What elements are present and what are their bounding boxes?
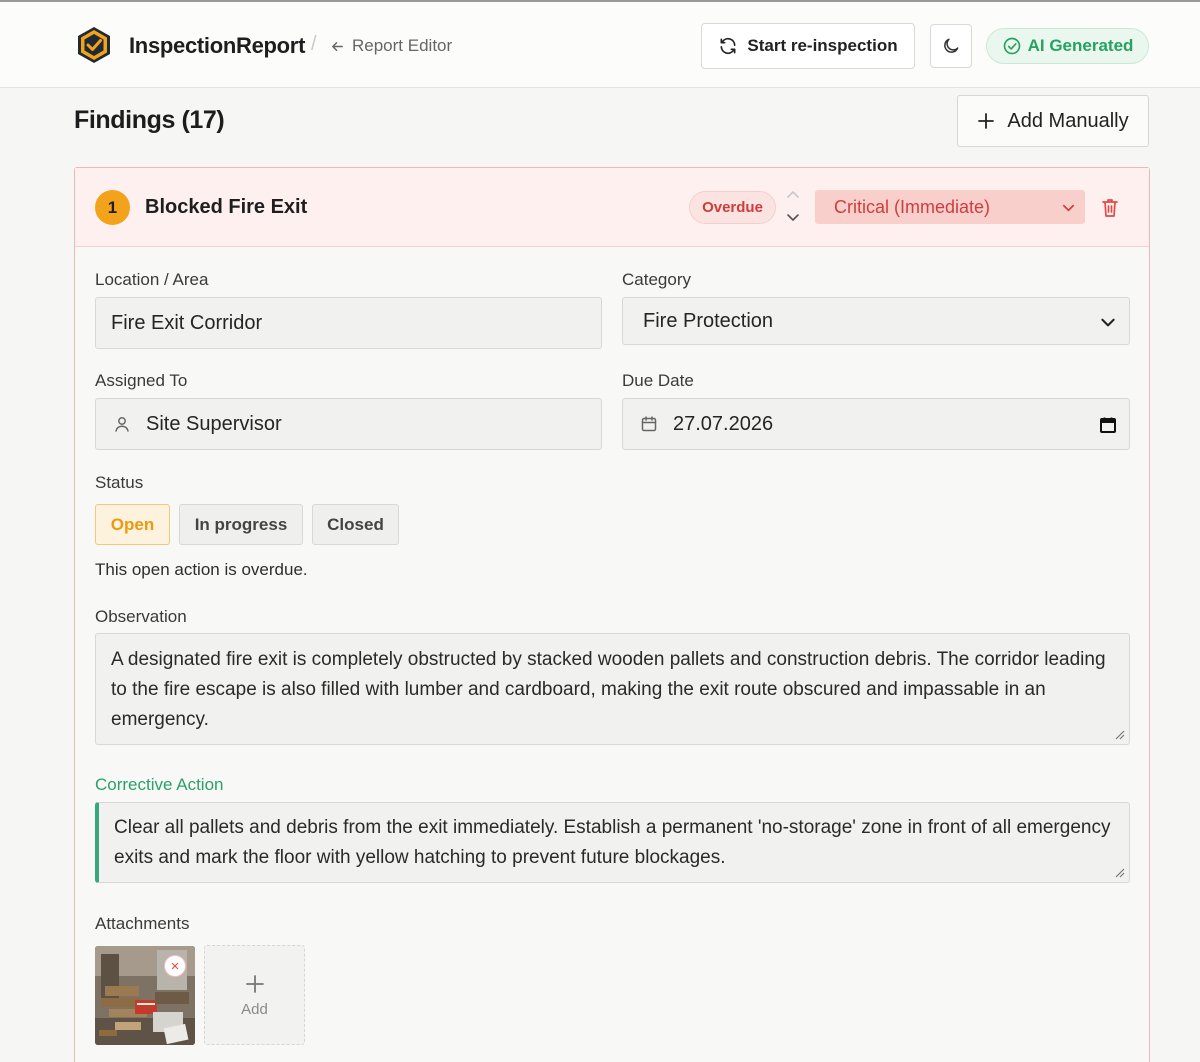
due-date-input[interactable]: 27.07.2026 [622, 398, 1130, 450]
location-input[interactable]: Fire Exit Corridor [95, 297, 602, 349]
back-link-label: Report Editor [352, 36, 453, 55]
remove-attachment-button[interactable]: × [164, 955, 186, 977]
finding-card-header: 1 Blocked Fire Exit Overdue Critical (Im… [75, 168, 1149, 247]
overdue-badge: Overdue [689, 191, 776, 224]
add-attachment-label: Add [241, 1000, 268, 1018]
corrective-action-text: Clear all pallets and debris from the ex… [114, 817, 1111, 868]
arrow-left-icon [332, 41, 343, 51]
observation-text: A designated fire exit is completely obs… [111, 649, 1106, 730]
add-manually-label: Add Manually [1007, 109, 1129, 132]
reinspection-label: Start re-inspection [747, 36, 898, 55]
ai-generated-badge: AI Generated [986, 28, 1149, 64]
reorder-arrows-icon[interactable] [784, 187, 802, 227]
trash-icon[interactable] [1100, 197, 1120, 219]
add-attachment-button[interactable]: Add [204, 945, 305, 1045]
resize-grip-icon[interactable] [1115, 730, 1125, 740]
due-date-label: Due Date [622, 371, 694, 390]
attachments-label: Attachments [95, 914, 190, 933]
category-select[interactable]: Fire Protection [622, 297, 1130, 345]
moon-icon [944, 38, 959, 53]
overdue-note: This open action is overdue. [95, 560, 308, 579]
due-date-value: 27.07.2026 [673, 412, 774, 435]
assigned-label: Assigned To [95, 371, 188, 390]
corrective-action-textarea[interactable]: Clear all pallets and debris from the ex… [95, 802, 1130, 883]
category-label: Category [622, 270, 691, 289]
user-icon [115, 417, 129, 432]
location-value: Fire Exit Corridor [111, 311, 263, 334]
plus-icon [978, 113, 995, 129]
ai-badge-label: AI Generated [1027, 36, 1134, 55]
check-circle-icon [1003, 37, 1020, 55]
finding-number: 1 [95, 190, 130, 225]
add-manually-button[interactable]: Add Manually [957, 95, 1149, 147]
breadcrumb-separator: / [311, 33, 317, 55]
assigned-value: Site Supervisor [146, 412, 282, 435]
category-value: Fire Protection [643, 309, 774, 332]
status-open-button[interactable]: Open [95, 504, 170, 545]
back-to-report-editor-link[interactable]: Report Editor [330, 35, 452, 57]
severity-select[interactable]: Critical (Immediate) [815, 190, 1085, 224]
resize-grip-icon[interactable] [1115, 868, 1125, 878]
brand-name[interactable]: InspectionReport [129, 33, 305, 59]
calendar-picker-icon[interactable] [1099, 416, 1117, 434]
finding-title[interactable]: Blocked Fire Exit [145, 196, 307, 219]
status-in-progress-button[interactable]: In progress [179, 504, 303, 545]
calendar-icon [641, 416, 657, 432]
corrective-action-label: Corrective Action [95, 775, 224, 794]
refresh-icon [720, 37, 736, 55]
plus-icon [245, 974, 264, 993]
observation-label: Observation [95, 607, 187, 626]
assigned-input[interactable]: Site Supervisor [95, 398, 602, 450]
status-label: Status [95, 473, 144, 492]
status-closed-button[interactable]: Closed [312, 504, 399, 545]
severity-value: Critical (Immediate) [834, 196, 991, 217]
findings-title: Findings (17) [74, 106, 225, 134]
location-label: Location / Area [95, 270, 209, 289]
chevron-down-icon [1101, 318, 1115, 327]
start-reinspection-button[interactable]: Start re-inspection [701, 23, 915, 69]
theme-toggle-button[interactable] [930, 24, 972, 68]
top-bar: InspectionReport / Report Editor Start r… [0, 0, 1200, 88]
observation-textarea[interactable]: A designated fire exit is completely obs… [95, 633, 1130, 745]
logo-icon[interactable] [75, 26, 113, 64]
finding-card: 1 Blocked Fire Exit Overdue Critical (Im… [74, 167, 1150, 1062]
chevron-down-icon [1062, 204, 1075, 212]
